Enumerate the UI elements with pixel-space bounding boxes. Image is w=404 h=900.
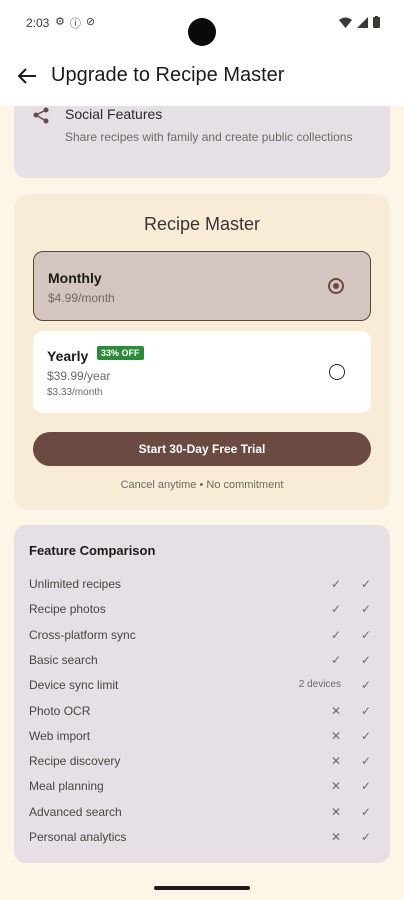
free-tier-value: ✕ <box>330 703 341 718</box>
pro-tier-value: ✓ <box>360 830 371 844</box>
feature-row: Recipe photos ✓ ✓ <box>29 602 379 622</box>
feature-name: Unlimited recipes <box>29 577 122 591</box>
wifi-icon <box>339 17 352 28</box>
pro-tier-value: ✓ <box>360 728 371 743</box>
pro-tier-value: ✓ <box>360 627 371 642</box>
feature-name: Recipe photos <box>29 602 106 617</box>
app-bar: Upgrade to Recipe Master <box>0 46 404 106</box>
feature-name: Meal planning <box>29 779 104 794</box>
discount-badge: 33% OFF <box>97 346 144 360</box>
page-title: Upgrade to Recipe Master <box>51 64 285 86</box>
pro-tier-value: ✓ <box>360 804 371 819</box>
yearly-plan-price: $39.99/year <box>47 369 111 383</box>
yearly-plan-name: Yearly <box>47 348 89 364</box>
free-tier-value: 2 devices <box>298 679 341 691</box>
free-tier-value: ✓ <box>330 577 341 591</box>
feature-comparison-card: Feature Comparison Unlimited recipes ✓ ✓ Re… <box>14 525 390 863</box>
cancel-note: Cancel anytime • No commitment <box>120 479 284 491</box>
feature-name: Personal analytics <box>29 830 127 844</box>
social-features-title: Social Features <box>65 106 163 122</box>
pro-tier-value: ✓ <box>360 577 371 591</box>
free-tier-value: ✕ <box>330 804 341 819</box>
social-features-description: Share recipes with family and create pub… <box>65 130 353 144</box>
feature-row: Recipe discovery ✕ ✓ <box>29 754 379 774</box>
feature-row: Meal planning ✕ ✓ <box>29 779 379 799</box>
pro-tier-value: ✓ <box>360 754 371 769</box>
free-tier-value: ✕ <box>330 779 341 794</box>
feature-name: Device sync limit <box>29 678 119 693</box>
feature-name: Photo OCR <box>29 703 91 718</box>
free-tier-value: ✓ <box>330 602 341 617</box>
status-bar: 2:03 ⚙ ⓘ ⊘ <box>0 0 404 46</box>
feature-comparison-title: Feature Comparison <box>29 543 156 558</box>
feature-row: Basic search ✓ ✓ <box>29 653 379 673</box>
yearly-radio[interactable] <box>329 364 345 380</box>
start-trial-button[interactable]: Start 30-Day Free Trial <box>33 432 371 466</box>
feature-name: Web import <box>29 728 91 743</box>
feature-name: Cross-platform sync <box>29 627 136 642</box>
pro-tier-value: ✓ <box>360 652 371 667</box>
social-features-card: Social Features Share recipes with famil… <box>14 106 390 178</box>
monthly-plan-option[interactable]: Monthly $4.99/month <box>33 251 371 321</box>
gesture-bar[interactable] <box>154 886 250 890</box>
feature-row: Device sync limit 2 devices ✓ <box>29 678 379 698</box>
feature-row: Advanced search ✕ ✓ <box>29 805 379 825</box>
feature-name: Recipe discovery <box>29 754 121 769</box>
plan-title: Recipe Master <box>143 214 261 234</box>
back-arrow-icon[interactable] <box>16 65 38 87</box>
status-notification-icons: ⚙ ⓘ ⊘ <box>55 15 95 31</box>
monthly-plan-price: $4.99/month <box>48 291 115 305</box>
plan-card: Recipe Master Monthly $4.99/month Yearly… <box>14 194 390 510</box>
feature-row: Personal analytics ✕ ✓ <box>29 830 379 850</box>
free-tier-value: ✕ <box>330 728 341 743</box>
free-tier-value: ✓ <box>330 652 341 667</box>
feature-row: Web import ✕ ✓ <box>29 729 379 749</box>
free-tier-value: ✕ <box>330 754 341 769</box>
feature-row: Unlimited recipes ✓ ✓ <box>29 577 379 597</box>
yearly-plan-option[interactable]: Yearly 33% OFF $39.99/year $3.33/month <box>33 331 371 413</box>
blocked-status-icon: ⊘ <box>85 16 96 28</box>
free-tier-value: ✓ <box>330 627 341 642</box>
feature-row: Cross-platform sync ✓ ✓ <box>29 628 379 648</box>
feature-row: Photo OCR ✕ ✓ <box>29 704 379 724</box>
yearly-per-month: $3.33/month <box>47 387 103 398</box>
pro-tier-value: ✓ <box>360 678 371 693</box>
share-icon <box>33 107 49 124</box>
signal-icon <box>357 16 368 28</box>
feature-name: Advanced search <box>29 804 122 819</box>
pro-tier-value: ✓ <box>360 703 371 718</box>
camera-cutout <box>188 18 216 46</box>
feature-name: Basic search <box>29 652 98 667</box>
battery-icon <box>373 16 380 28</box>
free-tier-value: ✕ <box>330 830 341 844</box>
monthly-radio[interactable] <box>328 278 344 294</box>
monthly-plan-name: Monthly <box>48 270 102 286</box>
pro-tier-value: ✓ <box>360 602 371 617</box>
status-time: 2:03 <box>26 16 50 30</box>
settings-status-icon: ⚙ <box>55 16 65 28</box>
status-system-icons <box>339 16 380 28</box>
pro-tier-value: ✓ <box>360 779 371 794</box>
info-status-icon: ⓘ <box>69 18 81 30</box>
